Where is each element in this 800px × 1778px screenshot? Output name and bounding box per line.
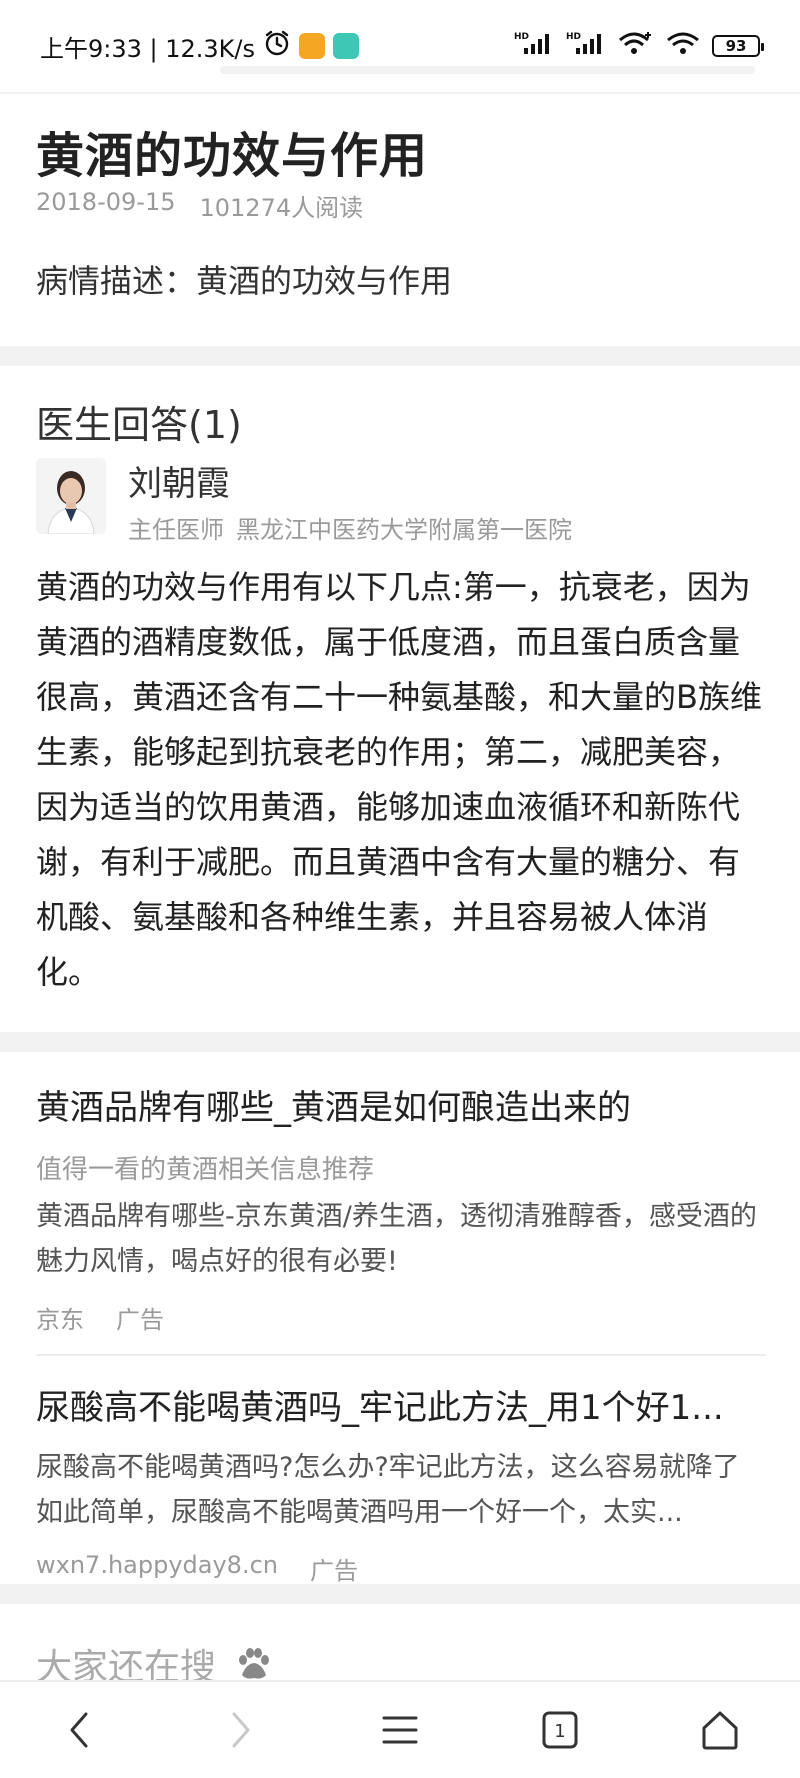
ad-subtitle: 值得一看的黄酒相关信息推荐 <box>36 1155 375 1185</box>
wifi-icon <box>666 30 700 62</box>
signal-hd-icon-2: HD <box>566 30 606 62</box>
section-separator <box>0 346 800 366</box>
status-right: HD HD 93 <box>514 30 764 62</box>
status-time-speed: 上午9:33 | 12.3K/s <box>40 34 256 63</box>
article-title: 黄酒的功效与作用 <box>36 128 429 184</box>
notes-app-icon <box>299 33 326 59</box>
bottom-navigation: 1 <box>0 1680 800 1778</box>
status-divider <box>0 92 800 94</box>
wifi-plus-icon <box>618 30 654 62</box>
alarm-icon <box>263 29 291 63</box>
forward-button[interactable] <box>200 1690 280 1770</box>
ad-description: 尿酸高不能喝黄酒吗?怎么办?牢记此方法，这么容易就降了如此简单，尿酸高不能喝黄酒… <box>36 1452 740 1528</box>
svg-text:HD: HD <box>566 32 581 42</box>
chevron-right-icon <box>232 1712 250 1748</box>
svg-text:HD: HD <box>514 32 529 42</box>
ad-source: 京东 <box>36 1306 84 1334</box>
article-reads: 101274人阅读 <box>199 194 364 222</box>
ad-card-2[interactable]: 尿酸高不能喝黄酒吗_牢记此方法_用1个好1... 尿酸高不能喝黄酒吗?怎么办?牢… <box>36 1380 766 1586</box>
ad-title[interactable]: 尿酸高不能喝黄酒吗_牢记此方法_用1个好1... <box>36 1380 766 1429</box>
condition-text: 黄酒的功效与作用 <box>196 262 453 300</box>
signal-hd-icon: HD <box>514 30 554 62</box>
status-bar: 上午9:33 | 12.3K/s HD HD 93 <box>0 0 800 92</box>
ad-card-1[interactable]: 黄酒品牌有哪些_黄酒是如何酿造出来的 值得一看的黄酒相关信息推荐 黄酒品牌有哪些… <box>36 1080 766 1335</box>
answer-body: 黄酒的功效与作用有以下几点:第一，抗衰老，因为黄酒的酒精度数低，属于低度酒，而且… <box>36 568 762 991</box>
doctor-title: 主任医师 <box>128 516 224 544</box>
back-button[interactable] <box>40 1690 120 1770</box>
article-meta: 2018-09-15 101274人阅读 <box>36 188 363 223</box>
doctor-name[interactable]: 刘朝霞 <box>128 456 230 505</box>
ad-tag: 广告 <box>116 1306 164 1334</box>
menu-icon <box>382 1716 418 1744</box>
ad-footer: 京东 广告 <box>36 1300 766 1335</box>
doctor-info: 主任医师 黑龙江中医药大学附属第一医院 <box>128 510 572 545</box>
status-left: 上午9:33 | 12.3K/s <box>40 29 360 64</box>
home-icon <box>702 1711 738 1750</box>
tab-count: 1 <box>554 1721 565 1742</box>
status-bar-pill <box>220 66 755 74</box>
menu-button[interactable] <box>360 1690 440 1770</box>
ad-title[interactable]: 黄酒品牌有哪些_黄酒是如何酿造出来的 <box>36 1080 766 1129</box>
tabs-icon: 1 <box>542 1711 578 1749</box>
condition-label: 病情描述： <box>36 262 197 300</box>
tabs-button[interactable]: 1 <box>520 1690 600 1770</box>
article-date: 2018-09-15 <box>36 188 176 216</box>
battery-indicator: 93 <box>712 35 764 57</box>
calendar-app-icon <box>333 33 360 59</box>
ad-source: wxn7.happyday8.cn <box>36 1551 278 1579</box>
ad-divider <box>36 1354 766 1356</box>
doctor-hospital: 黑龙江中医药大学附属第一医院 <box>236 516 572 544</box>
ad-footer: wxn7.happyday8.cn 广告 <box>36 1551 766 1586</box>
ad-description: 黄酒品牌有哪些-京东黄酒/养生酒，透彻清雅醇香，感受酒的魅力风情，喝点好的很有必… <box>36 1201 757 1277</box>
doctor-avatar[interactable] <box>36 458 106 534</box>
page: 上午9:33 | 12.3K/s HD HD 93 黄酒的功效与作用 2018-… <box>0 0 800 1778</box>
home-button[interactable] <box>680 1690 760 1770</box>
chevron-left-icon <box>70 1712 88 1748</box>
section-separator-3 <box>0 1584 800 1604</box>
ad-tag: 广告 <box>309 1557 358 1585</box>
baidu-paw-icon <box>234 1645 272 1683</box>
condition-description: 病情描述：黄酒的功效与作用 <box>36 256 452 302</box>
section-separator-2 <box>0 1032 800 1052</box>
answers-heading: 医生回答(1) <box>36 403 242 447</box>
